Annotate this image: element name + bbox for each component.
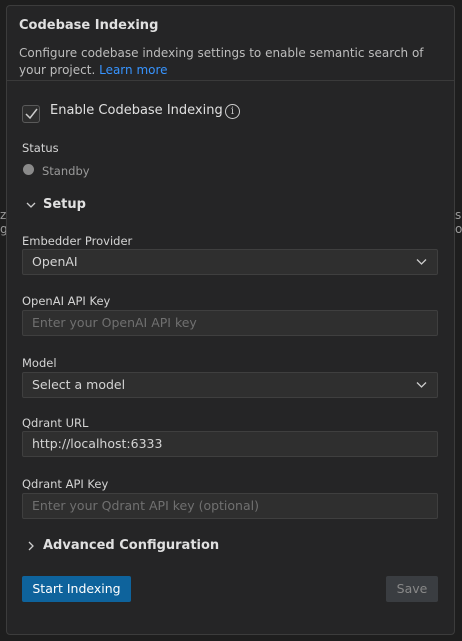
setup-section-toggle[interactable]: Setup bbox=[22, 196, 142, 214]
chevron-down-icon bbox=[26, 202, 36, 208]
status-label: Status bbox=[22, 141, 59, 155]
openai-api-key-label: OpenAI API Key bbox=[22, 294, 111, 308]
qdrant-api-key-label: Qdrant API Key bbox=[22, 477, 109, 491]
popover-title: Codebase Indexing bbox=[19, 18, 159, 33]
model-value: Select a model bbox=[32, 377, 126, 392]
openai-api-key-placeholder: Enter your OpenAI API key bbox=[32, 315, 197, 330]
learn-more-link[interactable]: Learn more bbox=[99, 63, 167, 77]
enable-indexing-checkbox[interactable] bbox=[22, 105, 40, 123]
status-value: Standby bbox=[42, 164, 90, 178]
advanced-configuration-label: Advanced Configuration bbox=[43, 538, 220, 553]
popover-description: Configure codebase indexing settings to … bbox=[19, 45, 442, 79]
model-label: Model bbox=[22, 356, 57, 370]
qdrant-url-value: http://localhost:6333 bbox=[32, 436, 163, 451]
start-indexing-button[interactable]: Start Indexing bbox=[22, 576, 131, 602]
enable-indexing-label[interactable]: Enable Codebase Indexing bbox=[50, 103, 223, 118]
qdrant-api-key-placeholder: Enter your Qdrant API key (optional) bbox=[32, 498, 259, 513]
advanced-configuration-toggle[interactable]: Advanced Configuration bbox=[22, 537, 222, 555]
info-icon[interactable]: i bbox=[225, 104, 240, 119]
codebase-indexing-popover: Codebase Indexing Configure codebase ind… bbox=[6, 5, 455, 635]
chevron-down-icon bbox=[416, 382, 427, 388]
setup-label: Setup bbox=[43, 197, 86, 212]
embedder-provider-label: Embedder Provider bbox=[22, 234, 133, 248]
status-dot-icon bbox=[23, 164, 34, 175]
chevron-down-icon bbox=[416, 259, 427, 265]
save-button[interactable]: Save bbox=[386, 576, 438, 602]
qdrant-api-key-input[interactable]: Enter your Qdrant API key (optional) bbox=[22, 493, 438, 519]
qdrant-url-label: Qdrant URL bbox=[22, 416, 89, 430]
openai-api-key-input[interactable]: Enter your OpenAI API key bbox=[22, 310, 438, 336]
background-fragment-right: so bbox=[455, 208, 462, 236]
embedder-provider-value: OpenAI bbox=[32, 254, 78, 269]
popover-header: Codebase Indexing Configure codebase ind… bbox=[7, 6, 454, 81]
embedder-provider-select[interactable]: OpenAI bbox=[22, 249, 438, 275]
check-icon bbox=[25, 108, 38, 120]
qdrant-url-input[interactable]: http://localhost:6333 bbox=[22, 431, 438, 457]
description-text: Configure codebase indexing settings to … bbox=[19, 46, 424, 77]
chevron-right-icon bbox=[28, 541, 34, 551]
model-select[interactable]: Select a model bbox=[22, 372, 438, 398]
